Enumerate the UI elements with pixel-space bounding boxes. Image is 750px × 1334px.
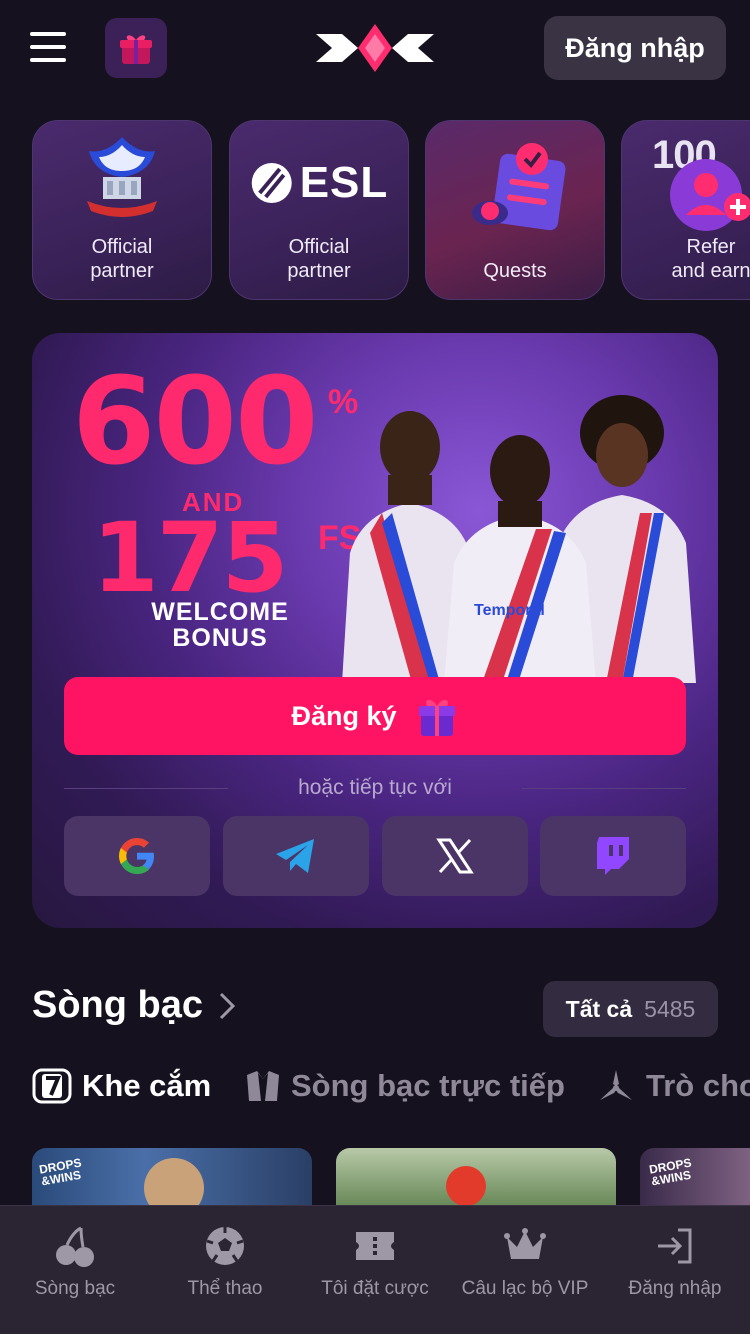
bonus-amount: 600 xyxy=(72,353,318,492)
view-all-button[interactable]: Tất cả 5485 xyxy=(543,981,718,1037)
x-login-button[interactable] xyxy=(382,816,528,896)
nav-label: Câu lạc bộ VIP xyxy=(461,1278,589,1299)
casino-category-tabs: Khe cắm Sòng bạc trực tiếp Trò chơ xyxy=(32,1060,750,1112)
section-title-text: Sòng bạc xyxy=(32,984,204,1026)
quests-icon xyxy=(472,143,566,231)
google-login-button[interactable] xyxy=(64,816,210,896)
tab-label: Sòng bạc trực tiếp xyxy=(291,1068,565,1103)
gift-icon xyxy=(120,35,152,64)
gift-icon xyxy=(418,699,455,736)
game-thumbnail[interactable] xyxy=(336,1148,616,1208)
tab-slots[interactable]: Khe cắm xyxy=(32,1060,211,1112)
tab-label: Trò chơ xyxy=(646,1068,750,1103)
esl-wordmark: ESL xyxy=(299,158,389,207)
gift-button[interactable] xyxy=(105,18,167,78)
card-label: Refer and earn xyxy=(671,236,750,282)
casino-section-title[interactable]: Sòng bạc xyxy=(32,984,237,1027)
nav-sports[interactable]: Thể thao xyxy=(150,1206,300,1334)
esl-logo: ESL xyxy=(250,161,389,205)
bonus-spins: 175 xyxy=(92,502,288,614)
jersey-sponsor: Temporal xyxy=(474,602,545,619)
game-character xyxy=(446,1166,486,1206)
welcome-bonus-label: WELCOME BONUS xyxy=(151,598,289,652)
game-thumbnail[interactable]: DROPS &WINS xyxy=(32,1148,312,1208)
spinner-icon xyxy=(600,1070,632,1100)
nav-label: Đăng nhập xyxy=(628,1278,722,1299)
nav-casino[interactable]: Sòng bạc xyxy=(0,1206,150,1334)
nav-login[interactable]: Đăng nhập xyxy=(600,1206,750,1334)
refer-icon xyxy=(670,159,750,231)
partner-cards-carousel[interactable]: Official partner ESL Official partner Qu… xyxy=(0,120,750,302)
hamburger-menu-icon[interactable] xyxy=(28,28,68,66)
esl-disc-icon xyxy=(251,163,292,203)
telegram-login-button[interactable] xyxy=(223,816,369,896)
login-arrow-icon xyxy=(658,1228,692,1264)
player-middle: Temporal xyxy=(444,435,596,683)
chevron-right-icon xyxy=(219,992,236,1019)
welcome-bonus-banner: 600 % AND 175 FS WELCOME BONUS Temporal … xyxy=(32,333,718,928)
twitch-icon xyxy=(597,837,629,875)
signup-button[interactable]: Đăng ký xyxy=(64,677,686,755)
games-count: 5485 xyxy=(644,995,696,1022)
nav-label: Tôi đặt cược xyxy=(321,1278,429,1299)
crystal-palace-crest-icon xyxy=(87,137,157,217)
game-thumbnail[interactable]: DROPS &WINS xyxy=(640,1148,750,1208)
card-label: Quests xyxy=(483,260,547,282)
nav-label: Thể thao xyxy=(187,1278,263,1299)
card-crystal-palace[interactable]: Official partner xyxy=(32,120,212,300)
seven-icon xyxy=(32,1068,72,1104)
x-icon xyxy=(436,838,474,874)
games-carousel[interactable]: DROPS &WINS DROPS &WINS xyxy=(0,1148,750,1208)
card-esl[interactable]: ESL Official partner xyxy=(229,120,409,300)
tuxedo-icon xyxy=(247,1071,279,1101)
drops-wins-badge: DROPS &WINS xyxy=(648,1155,693,1189)
nav-label: Sòng bạc xyxy=(34,1278,116,1299)
brand-logo[interactable] xyxy=(312,20,438,76)
cherries-icon xyxy=(56,1226,94,1267)
card-refer[interactable]: 100 Refer and earn xyxy=(621,120,750,300)
game-character xyxy=(144,1158,204,1208)
drops-wins-badge: DROPS &WINS xyxy=(38,1155,83,1189)
or-continue-divider: hoặc tiếp tục với xyxy=(64,773,687,803)
header: Đăng nhập xyxy=(0,0,750,100)
card-quests[interactable]: Quests xyxy=(425,120,605,300)
twitch-login-button[interactable] xyxy=(540,816,686,896)
login-button[interactable]: Đăng nhập xyxy=(544,16,726,80)
or-continue-text: hoặc tiếp tục với xyxy=(298,776,452,799)
tab-live-casino[interactable]: Sòng bạc trực tiếp xyxy=(245,1060,565,1112)
nav-my-bets[interactable]: Tôi đặt cược xyxy=(300,1206,450,1334)
tab-label: Khe cắm xyxy=(82,1068,212,1103)
card-label: Official partner xyxy=(287,236,351,282)
social-login-row xyxy=(64,816,686,896)
bottom-navigation: Sòng bạc Thể thao Tôi đặt cược Câu lạc b… xyxy=(0,1205,750,1334)
card-label: Official partner xyxy=(90,236,154,282)
nav-vip-club[interactable]: Câu lạc bộ VIP xyxy=(450,1206,600,1334)
tab-games[interactable]: Trò chơ xyxy=(596,1060,750,1112)
telegram-icon xyxy=(276,839,314,873)
google-icon xyxy=(119,838,154,874)
players-image: Temporal xyxy=(342,395,696,683)
ticket-icon xyxy=(356,1232,394,1260)
crown-icon xyxy=(504,1228,546,1259)
signup-label: Đăng ký xyxy=(291,700,397,731)
view-all-label: Tất cả xyxy=(565,995,633,1022)
soccer-ball-icon xyxy=(206,1227,244,1265)
